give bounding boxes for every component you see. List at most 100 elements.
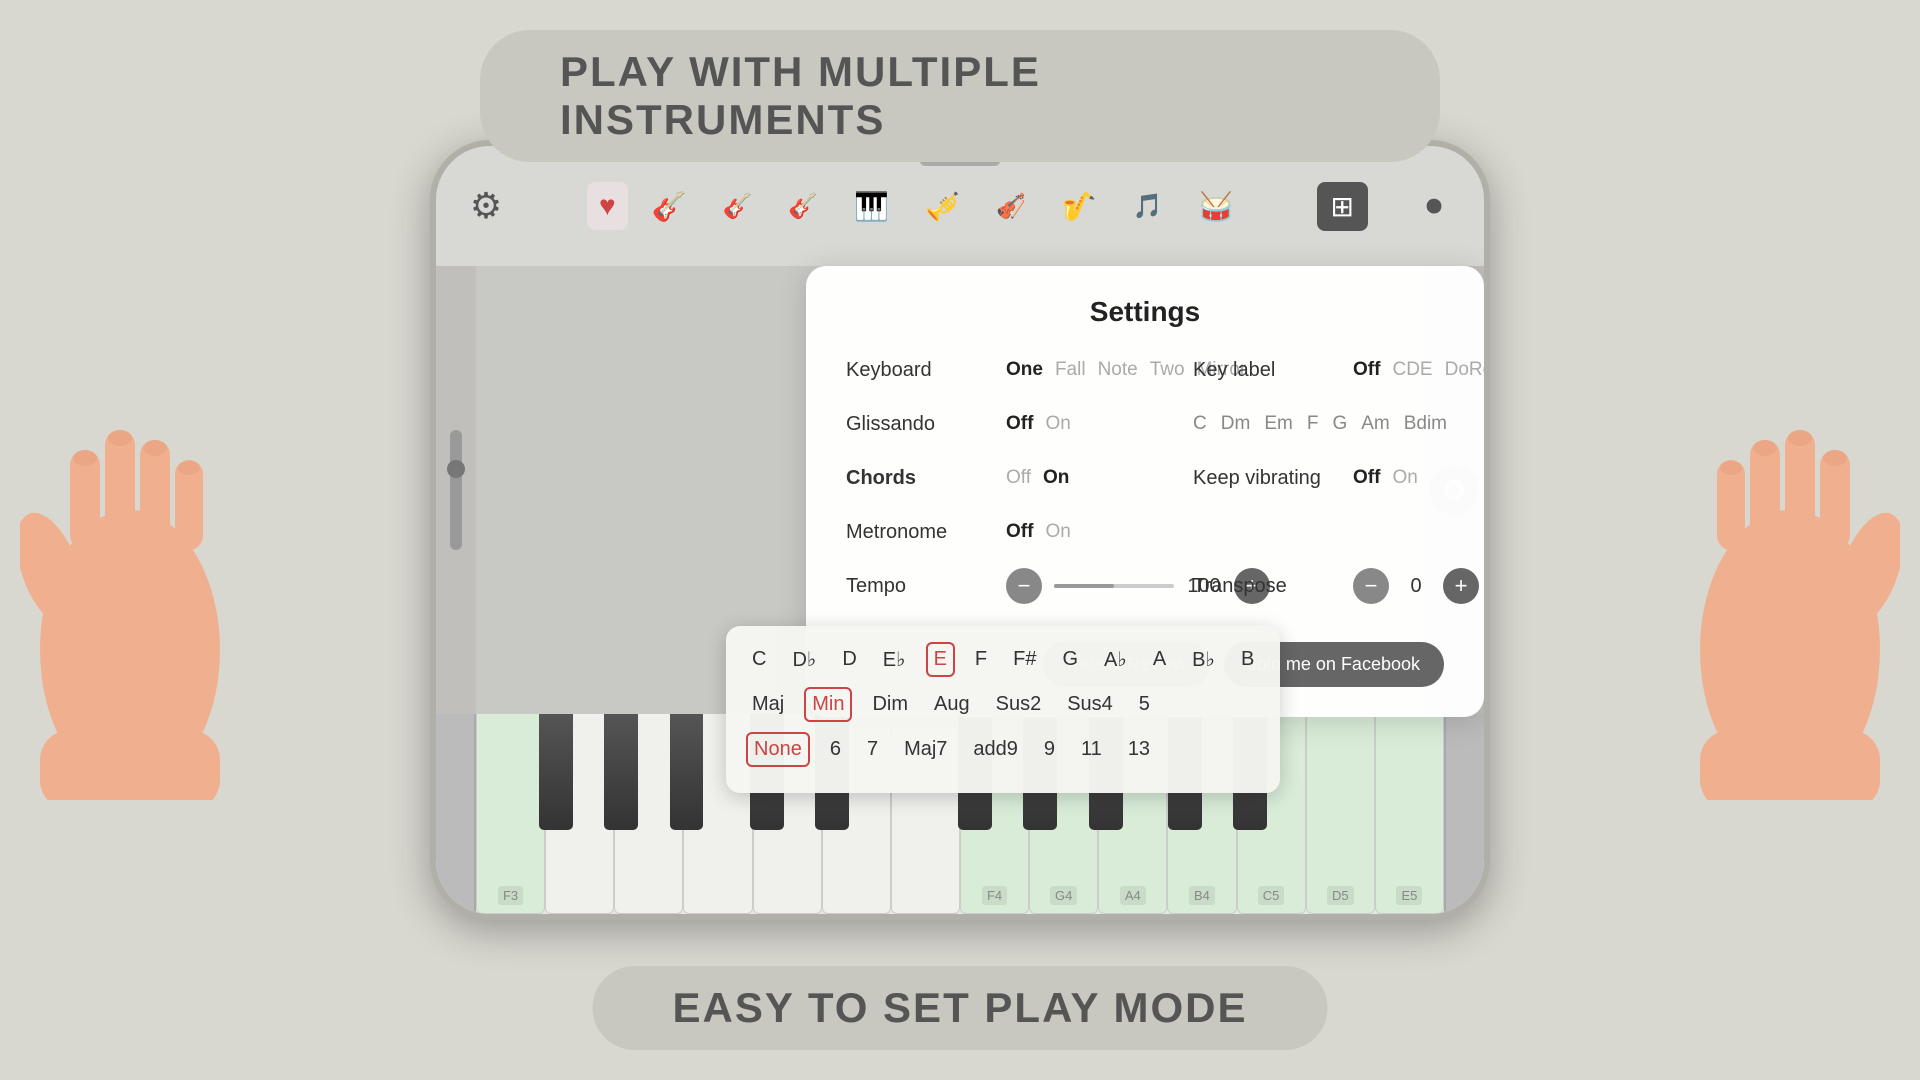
chord-note-B[interactable]: B [1235,644,1260,675]
chord-F[interactable]: F [1307,413,1319,435]
instrument-trumpet[interactable]: 🎺 [913,182,972,231]
chords-off[interactable]: Off [1006,467,1031,489]
metronome-on[interactable]: On [1045,521,1070,543]
keep-vibrating-row: Keep vibrating Off On [1193,460,1460,496]
chord-Dm[interactable]: Dm [1221,413,1251,435]
key-label-options: Off CDE DoReMi [1353,359,1484,381]
chord-ext-None[interactable]: None [746,732,810,767]
chord-ext-11[interactable]: 11 [1075,734,1108,765]
chord-note-D[interactable]: D [836,644,862,675]
piano-right-edge [1444,714,1484,914]
glissando-options: Off On [1006,413,1071,435]
piano-left-edge [436,714,476,914]
instrument-sax[interactable]: 🎷 [1050,182,1109,231]
chord-quality-Sus2[interactable]: Sus2 [990,689,1048,720]
chord-quality-Min[interactable]: Min [804,687,852,722]
chord-note-C[interactable]: C [746,644,772,675]
chord-notes-row: C D♭ D E♭ E F F# G A♭ A B♭ B [746,642,1260,677]
chords-notes-options: C Dm Em F G Am Bdim [1193,413,1447,435]
chord-C[interactable]: C [1193,413,1207,435]
key-D5[interactable]: D5 [1306,714,1375,914]
chord-ext-13[interactable]: 13 [1122,734,1156,765]
vibrating-off[interactable]: Off [1353,467,1380,489]
chord-ext-9[interactable]: 9 [1038,734,1061,765]
transpose-plus-button[interactable]: + [1443,568,1479,604]
chord-ext-6[interactable]: 6 [824,734,847,765]
chord-note-Fs[interactable]: F# [1007,644,1042,675]
tempo-minus-button[interactable]: − [1006,568,1042,604]
chord-note-Eb[interactable]: E♭ [877,643,912,676]
chord-quality-Dim[interactable]: Dim [866,689,914,720]
black-key-Ab3[interactable] [604,714,638,830]
chords-label: Chords [846,467,1006,490]
instrument-guitar1[interactable]: 🎸 [640,182,699,231]
chords-notes-row: C Dm Em F G Am Bdim [1193,406,1460,442]
chord-note-E[interactable]: E [926,642,955,677]
keyboard-opt-one[interactable]: One [1006,359,1043,381]
keyboard-opt-fall[interactable]: Fall [1055,359,1086,381]
key-label-row: Key label Off CDE DoReMi [1193,352,1460,388]
glissando-off[interactable]: Off [1006,413,1033,435]
chord-note-G[interactable]: G [1056,644,1084,675]
keylabel-off[interactable]: Off [1353,359,1380,381]
transpose-slider: − 0 + [1353,568,1479,604]
black-key-Gb3[interactable] [539,714,573,830]
instrument-drums[interactable]: 🥁 [1187,182,1246,231]
instrument-guitar2[interactable]: 🎸 [710,184,764,229]
hand-right [1680,300,1900,800]
chord-quality-Maj[interactable]: Maj [746,689,790,720]
chords-on[interactable]: On [1043,467,1069,489]
volume-slider-left[interactable] [436,266,476,714]
chord-popup: C D♭ D E♭ E F F# G A♭ A B♭ B Maj Min Dim… [726,626,1280,793]
glissando-row: Glissando Off On [846,406,1113,442]
settings-title: Settings [846,296,1444,328]
chord-ext-Maj7[interactable]: Maj7 [898,734,953,765]
transpose-row: Transpose − 0 + [1193,568,1460,604]
instrument-guitar3[interactable]: 🎸 [776,184,830,229]
chord-quality-row: Maj Min Dim Aug Sus2 Sus4 5 [746,687,1260,722]
chord-note-Db[interactable]: D♭ [786,643,822,676]
keep-vibrating-options: Off On [1353,467,1418,489]
instrument-xylophone[interactable]: 🎵 [1121,184,1175,229]
instrument-heart[interactable]: ♥ [587,182,628,230]
tempo-track[interactable] [1054,584,1174,588]
chord-Bdim[interactable]: Bdim [1404,413,1447,435]
instrument-keyboard[interactable]: 🎹 [842,182,901,231]
chord-Am[interactable]: Am [1361,413,1390,435]
glissando-label: Glissando [846,413,1006,436]
instrument-violin[interactable]: 🎻 [984,184,1038,229]
black-key-Bb3[interactable] [670,714,704,830]
keyboard-opt-note[interactable]: Note [1098,359,1138,381]
keylabel-doremi[interactable]: DoReMi [1445,359,1484,381]
chord-Em[interactable]: Em [1264,413,1293,435]
chord-quality-Aug[interactable]: Aug [928,689,976,720]
settings-content: Keyboard One Fall Note Two Mirror Glissa… [846,352,1444,622]
phone-screen: ⚙ ♥ 🎸 🎸 🎸 🎹 🎺 🎻 🎷 🎵 🥁 ⊞ ⏺ [436,146,1484,914]
chord-ext-add9[interactable]: add9 [967,734,1024,765]
chord-extension-row: None 6 7 Maj7 add9 9 11 13 [746,732,1260,767]
keylabel-cde[interactable]: CDE [1392,359,1432,381]
chord-quality-Sus4[interactable]: Sus4 [1061,689,1119,720]
key-F3[interactable]: F3 [476,714,545,914]
transpose-minus-button[interactable]: − [1353,568,1389,604]
glissando-on[interactable]: On [1045,413,1070,435]
chord-ext-7[interactable]: 7 [861,734,884,765]
chord-note-Bb[interactable]: B♭ [1186,643,1221,676]
phone: ⚙ ♥ 🎸 🎸 🎸 🎹 🎺 🎻 🎷 🎵 🥁 ⊞ ⏺ [430,140,1490,920]
chord-G[interactable]: G [1332,413,1347,435]
hand-left [20,300,240,800]
key-E5[interactable]: E5 [1375,714,1444,914]
vibrating-on[interactable]: On [1392,467,1417,489]
chord-note-F[interactable]: F [969,644,993,675]
chord-note-Ab[interactable]: A♭ [1098,643,1133,676]
chord-quality-5[interactable]: 5 [1133,689,1156,720]
chord-note-A[interactable]: A [1147,644,1172,675]
keyboard-row: Keyboard One Fall Note Two Mirror [846,352,1113,388]
metronome-off[interactable]: Off [1006,521,1033,543]
piano-grid-icon[interactable]: ⊞ [1317,182,1368,231]
record-icon[interactable]: ⏺ [1404,176,1464,236]
settings-right-col: Key label Off CDE DoReMi C Dm Em [1173,352,1460,622]
transpose-label: Transpose [1193,575,1353,598]
key-label-label: Key label [1193,359,1353,382]
gear-icon[interactable]: ⚙ [456,176,516,236]
